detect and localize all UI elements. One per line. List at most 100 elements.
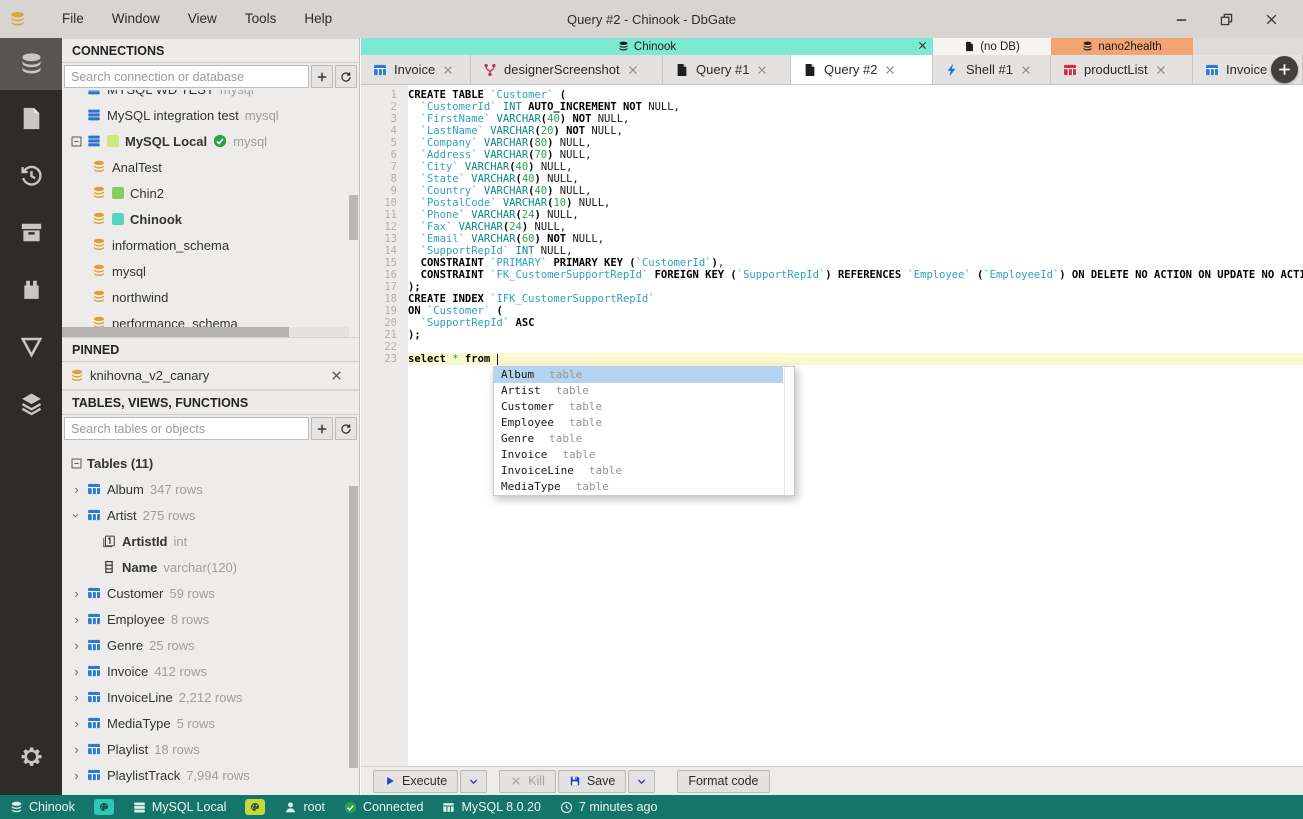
table-item[interactable]: › Genre 25 rows <box>62 632 359 658</box>
table-item[interactable]: › MediaType 5 rows <box>62 710 359 736</box>
connection-item[interactable]: AnalTest <box>62 154 359 180</box>
minimize-icon[interactable] <box>1174 12 1189 27</box>
chevron-right-icon[interactable]: › <box>70 768 83 783</box>
connection-item[interactable]: Chin2 <box>62 180 359 206</box>
table-item[interactable]: › Playlist 18 rows <box>62 736 359 762</box>
save-dropdown-button[interactable] <box>628 769 656 793</box>
activity-funnel-button[interactable] <box>0 318 62 375</box>
refresh-connections-button[interactable] <box>335 65 357 88</box>
connections-search-input[interactable] <box>64 65 309 88</box>
save-button[interactable]: Save <box>557 769 627 793</box>
kill-button[interactable]: Kill <box>499 769 556 793</box>
sql-editor[interactable]: 1 CREATE TABLE `Customer` (2 `CustomerId`… <box>361 85 1303 766</box>
statusbar-color-chip[interactable] <box>245 799 266 815</box>
close-tab-icon[interactable] <box>1020 64 1032 76</box>
new-tab-button[interactable] <box>1271 56 1298 83</box>
autocomplete-name: Album <box>501 368 535 381</box>
connection-item[interactable]: MySQL Local mysql <box>62 128 359 154</box>
close-tab-icon[interactable] <box>884 64 896 76</box>
activity-file-button[interactable] <box>0 90 62 147</box>
chevron-right-icon[interactable]: › <box>70 716 83 731</box>
chevron-right-icon[interactable]: › <box>70 742 83 757</box>
activity-layers-button[interactable] <box>0 375 62 432</box>
tables-scrollbar[interactable] <box>349 486 358 768</box>
tab-shell-1[interactable]: Shell #1 <box>933 55 1051 84</box>
connection-item[interactable]: northwind <box>62 284 359 310</box>
statusbar-chinook[interactable]: Chinook <box>10 800 75 814</box>
chevron-right-icon[interactable]: › <box>70 638 83 653</box>
tab-query-1[interactable]: Query #1 <box>663 55 791 84</box>
tables-root-row[interactable]: Tables (11) <box>62 450 359 476</box>
close-tab-icon[interactable] <box>442 64 454 76</box>
chevron-right-icon[interactable]: › <box>70 664 83 679</box>
activity-plugin-button[interactable] <box>0 261 62 318</box>
table-item[interactable]: › InvoiceLine 2,212 rows <box>62 684 359 710</box>
add-connection-button[interactable] <box>311 65 333 88</box>
execute-button[interactable]: Execute <box>373 769 459 793</box>
chevron-right-icon[interactable]: › <box>70 612 83 627</box>
autocomplete-item[interactable]: Album table <box>494 367 783 383</box>
table-item[interactable]: › Artist 275 rows <box>62 502 359 528</box>
connection-item[interactable]: MYSQL WD TEST mysql <box>62 90 359 102</box>
execute-dropdown-button[interactable] <box>460 769 488 793</box>
autocomplete-item[interactable]: Customer table <box>494 399 783 415</box>
close-tab-icon[interactable] <box>627 64 639 76</box>
table-item[interactable]: › Invoice 412 rows <box>62 658 359 684</box>
collapse-box-icon[interactable] <box>70 457 83 470</box>
autocomplete-item[interactable]: Invoice table <box>494 447 783 463</box>
close-group-icon[interactable] <box>917 40 928 51</box>
line-number: 12 <box>384 221 397 233</box>
statusbar-root[interactable]: root <box>284 800 325 814</box>
close-tab-icon[interactable] <box>1155 64 1167 76</box>
connections-scrollbar[interactable] <box>349 195 358 240</box>
connection-item[interactable]: MySQL integration test mysql <box>62 102 359 128</box>
activity-archive-button[interactable] <box>0 204 62 261</box>
table-item[interactable]: › PlaylistTrack 7,994 rows <box>62 762 359 788</box>
connection-item[interactable]: information_schema <box>62 232 359 258</box>
tab-query-2[interactable]: Query #2 <box>791 55 933 84</box>
tab-invoice[interactable]: Invoice <box>361 55 471 84</box>
close-tab-icon[interactable] <box>756 64 768 76</box>
autocomplete-scrollbar[interactable] <box>784 367 794 495</box>
table-item[interactable]: › Album 347 rows <box>62 476 359 502</box>
autocomplete-item[interactable]: Genre table <box>494 431 783 447</box>
menu-item-file[interactable]: File <box>48 0 98 38</box>
format-code-button[interactable]: Format code <box>677 769 770 793</box>
menu-item-help[interactable]: Help <box>290 0 346 38</box>
code-line: 1 CREATE TABLE `Customer` ( <box>361 89 1303 101</box>
tab-designerscreenshot[interactable]: designerScreenshot <box>471 55 663 84</box>
chevron-down-icon[interactable]: › <box>69 509 84 522</box>
activity-database-button[interactable] <box>0 38 62 90</box>
statusbar-mysql-local[interactable]: MySQL Local <box>133 800 226 814</box>
unpin-close-icon[interactable] <box>330 369 343 382</box>
table-item[interactable]: › Employee 8 rows <box>62 606 359 632</box>
collapse-box-icon[interactable] <box>70 135 83 148</box>
add-object-button[interactable] <box>311 417 333 440</box>
chevron-right-icon[interactable]: › <box>70 482 83 497</box>
activity-settings-button[interactable] <box>0 728 62 785</box>
menu-item-window[interactable]: Window <box>98 0 174 38</box>
autocomplete-item[interactable]: InvoiceLine table <box>494 463 783 479</box>
statusbar-color-chip[interactable] <box>93 799 114 815</box>
pinned-item[interactable]: knihovna_v2_canary <box>62 362 359 390</box>
autocomplete-item[interactable]: Employee table <box>494 415 783 431</box>
refresh-objects-button[interactable] <box>335 417 357 440</box>
autocomplete-item[interactable]: MediaType table <box>494 479 783 495</box>
objects-search-input[interactable] <box>64 417 309 440</box>
menu-item-tools[interactable]: Tools <box>231 0 291 38</box>
connection-item[interactable]: Chinook <box>62 206 359 232</box>
close-icon[interactable] <box>1264 12 1279 27</box>
column-item[interactable]: ArtistId int <box>62 528 359 554</box>
connections-hscrollbar[interactable] <box>62 327 349 337</box>
activity-history-button[interactable] <box>0 147 62 204</box>
restore-icon[interactable] <box>1219 12 1234 27</box>
autocomplete-name: Genre <box>501 432 535 445</box>
table-item[interactable]: › Customer 59 rows <box>62 580 359 606</box>
chevron-right-icon[interactable]: › <box>70 586 83 601</box>
tab-productlist[interactable]: productList <box>1051 55 1193 84</box>
chevron-right-icon[interactable]: › <box>70 690 83 705</box>
connection-item[interactable]: mysql <box>62 258 359 284</box>
autocomplete-item[interactable]: Artist table <box>494 383 783 399</box>
menu-item-view[interactable]: View <box>174 0 231 38</box>
column-item[interactable]: Name varchar(120) <box>62 554 359 580</box>
